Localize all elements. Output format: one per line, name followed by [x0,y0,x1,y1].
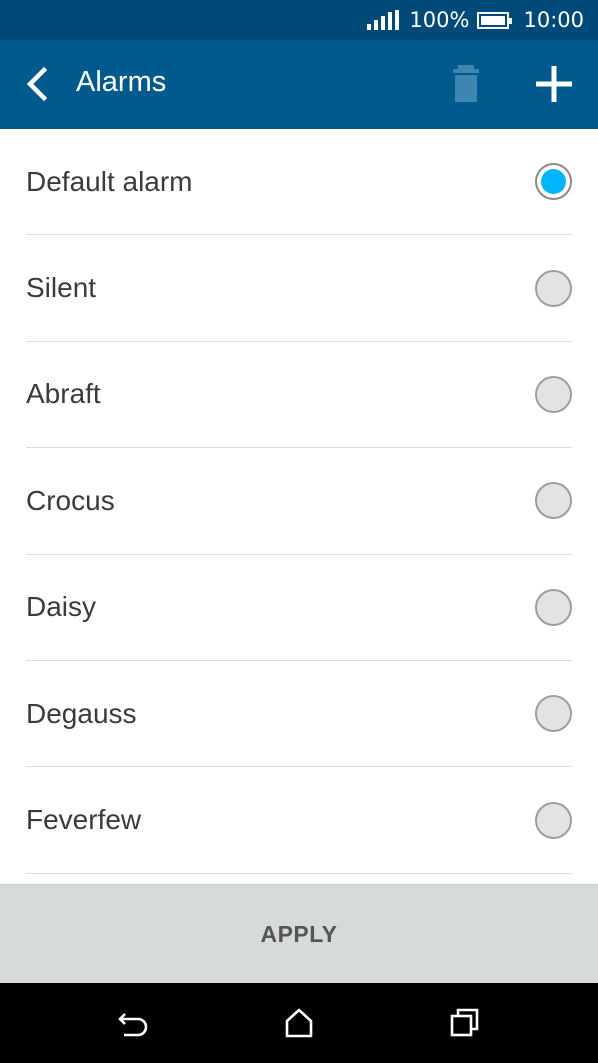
apply-button[interactable]: APPLY [0,884,598,983]
radio-button[interactable] [535,695,572,733]
status-bar: 100% 10:00 [0,0,598,40]
list-item[interactable]: Default alarm [26,129,572,236]
navigation-bar [0,983,598,1063]
list-item[interactable]: Abraft [26,342,572,449]
plus-icon [536,66,572,102]
alarm-label: Feverfew [26,804,142,836]
page-title: Alarms [76,66,167,98]
alarm-list: Default alarm Silent Abraft Crocus Daisy… [0,129,598,884]
list-item[interactable]: Degauss [26,661,572,768]
back-arrow-icon [26,66,48,102]
nav-back-button[interactable] [116,1005,152,1041]
trash-icon [453,65,479,102]
alarm-label: Degauss [26,697,137,729]
battery-percent: 100% [409,8,470,32]
nav-home-button[interactable] [281,1005,317,1041]
radio-button[interactable] [535,801,572,839]
clock: 10:00 [523,8,584,32]
add-button[interactable] [532,62,576,106]
alarm-label: Silent [26,272,97,304]
signal-icon [367,10,400,30]
nav-recent-button[interactable] [447,1005,483,1041]
list-item[interactable]: Crocus [26,448,572,555]
recent-apps-icon [450,1008,479,1037]
app-bar: Alarms [0,40,598,129]
list-item[interactable]: Silent [26,235,572,342]
radio-button[interactable] [535,269,572,307]
radio-button-selected[interactable] [535,163,572,201]
radio-button[interactable] [535,375,572,413]
back-button[interactable] [18,62,58,106]
alarm-label: Crocus [26,484,115,516]
home-icon [285,1008,313,1038]
alarm-label: Daisy [26,591,97,623]
radio-button[interactable] [535,588,572,626]
battery-icon [477,11,513,29]
list-item[interactable]: Daisy [26,555,572,661]
alarm-label: Default alarm [26,165,193,197]
radio-button[interactable] [535,482,572,520]
delete-button[interactable] [448,62,488,108]
list-item[interactable]: Feverfew [26,767,572,874]
screen: 100% 10:00 Alarms Default alarm Silent A… [0,0,598,1063]
alarm-label: Abraft [26,378,101,410]
back-icon [118,1013,148,1037]
